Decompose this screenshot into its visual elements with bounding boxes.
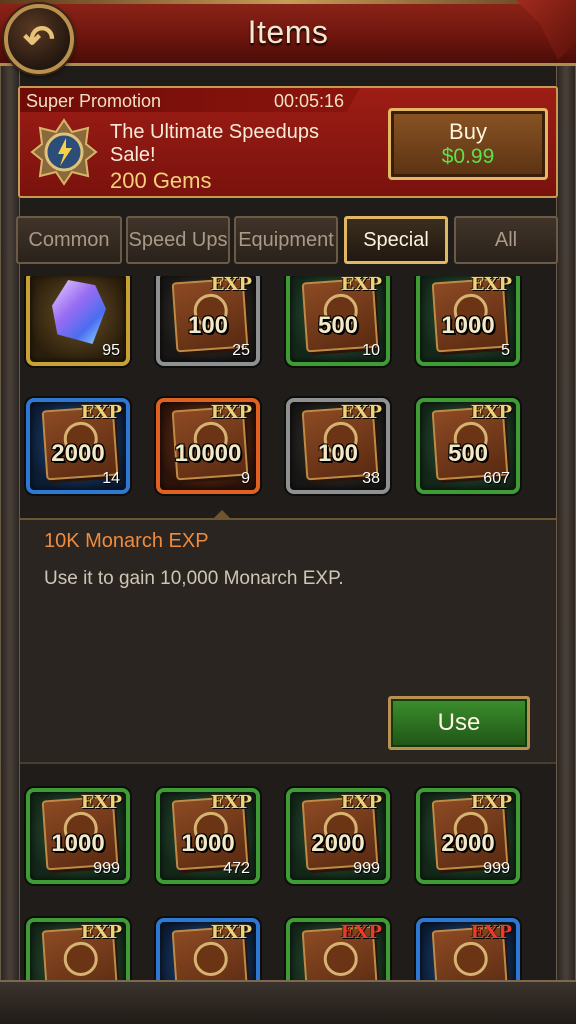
item-value: 2000 [51,440,105,467]
item-slot[interactable]: EXP [156,918,260,982]
item-count: 38 [362,470,380,487]
exp-label: EXP [210,402,252,423]
item-slot[interactable]: EXP [26,918,130,982]
tab-common[interactable]: Common [16,216,122,264]
buy-label: Buy [449,119,487,144]
back-arrow-icon: ↶ [23,18,55,61]
exp-label: EXP [340,792,382,813]
tab-equipment[interactable]: Equipment [234,216,338,264]
exp-label: EXP [340,276,382,295]
item-value: 1000 [51,830,105,857]
exp-label: EXP [210,276,252,295]
exp-label: EXP [210,792,252,813]
item-value: 1000 [181,830,235,857]
item-count: 10 [362,342,380,359]
item-slot[interactable]: EXP 2000 999 [416,788,520,884]
exp-label: EXP [210,922,252,943]
back-button[interactable]: ↶ [4,4,74,74]
item-value: 1000 [441,312,495,339]
exp-label: EXP [470,402,512,423]
item-count: 999 [483,860,510,877]
item-slot[interactable]: EXP [286,918,390,982]
buy-button[interactable]: Buy $0.99 [388,108,548,180]
promotion-timer: 00:05:16 [274,91,345,111]
item-slot[interactable]: EXP 500 607 [416,398,520,494]
tab-speed-ups[interactable]: Speed Ups [126,216,230,264]
exp-label: EXP [80,792,122,813]
bottom-frame [0,980,576,1024]
item-slot[interactable]: EXP 100 25 [156,276,260,366]
tab-all[interactable]: All [454,216,558,264]
item-slot[interactable]: 95 [26,276,130,366]
exp-label: EXP [470,276,512,295]
item-count: 607 [483,470,510,487]
exp-label: EXP [340,402,382,423]
item-value: 500 [447,440,489,467]
exp-label: EXP [80,402,122,423]
page-title: Items [247,14,329,50]
buy-price: $0.99 [441,145,495,168]
item-value: 2000 [311,830,365,857]
item-slot-selected[interactable]: EXP 10000 9 [156,398,260,494]
exp-label: EXP [340,922,382,943]
exp-label: EXP [470,792,512,813]
item-count: 472 [223,860,250,877]
exp-label: EXP [80,922,122,943]
speedup-badge-icon [30,118,98,186]
item-value: 10000 [174,440,242,467]
item-count: 999 [93,860,120,877]
promotion-title: The Ultimate Speedups Sale! [110,121,320,166]
exp-label: EXP [470,922,512,943]
category-tabs: Common Speed Ups Equipment Special All [16,216,560,266]
promotion-gems: 200 Gems [110,168,212,193]
item-count: 14 [102,470,120,487]
item-slot[interactable]: EXP 1000 5 [416,276,520,366]
use-button[interactable]: Use [388,696,530,750]
item-description: Use it to gain 10,000 Monarch EXP. [44,568,344,589]
item-value: 500 [317,312,359,339]
item-value: 100 [187,312,229,339]
item-slot[interactable]: EXP 100 38 [286,398,390,494]
item-count: 25 [232,342,250,359]
item-slot[interactable]: EXP 1000 472 [156,788,260,884]
item-slot[interactable]: EXP 2000 14 [26,398,130,494]
tab-special[interactable]: Special [344,216,448,264]
item-slot[interactable]: EXP 2000 999 [286,788,390,884]
item-value: 100 [317,440,359,467]
item-slot[interactable]: EXP 500 10 [286,276,390,366]
promotion-label: Super Promotion [26,91,162,111]
item-count: 5 [501,342,510,359]
item-value: 2000 [441,830,495,857]
promotion-banner: Super Promotion 00:05:16 The Ultimate Sp… [18,86,558,198]
item-detail-panel: 10K Monarch EXP Use it to gain 10,000 Mo… [20,510,556,764]
item-count: 999 [353,860,380,877]
detail-pointer [212,510,232,520]
item-count: 95 [102,342,120,359]
header-bar: Items [0,0,576,66]
item-slot[interactable]: EXP [416,918,520,982]
crystal-icon [52,280,106,344]
left-frame [0,64,20,1024]
right-frame [556,64,576,1024]
item-slot[interactable]: EXP 1000 999 [26,788,130,884]
item-name: 10K Monarch EXP [44,530,209,552]
item-count: 9 [241,470,250,487]
